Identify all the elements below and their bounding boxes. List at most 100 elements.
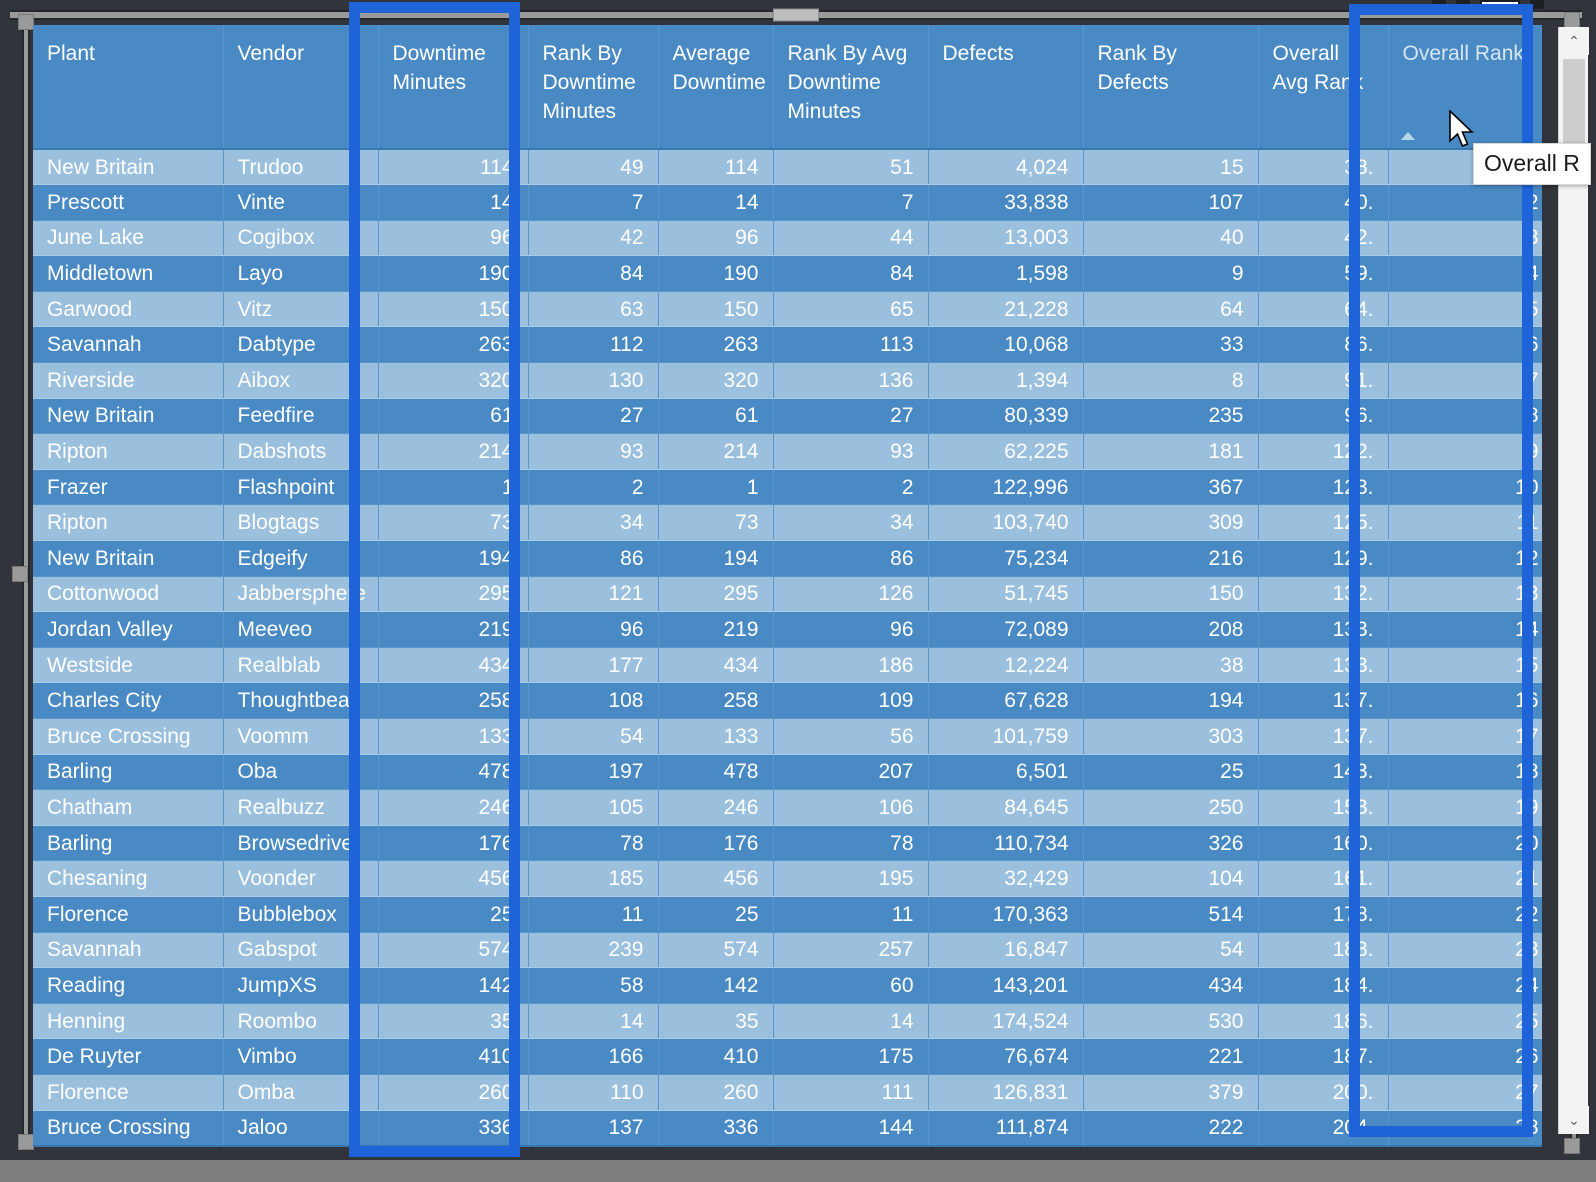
table-row[interactable]: Reading JumpXS 142 58 142 60 143,201 434 184. 24 [33,967,1542,1004]
cell-overall-rank: 3 [1388,220,1542,257]
cell-overall-avg-rank: 187. [1258,1038,1389,1075]
table-row[interactable]: Barling Oba 478 197 478 207 6,501 25 143. 18 [33,754,1542,791]
column-header-rank-by-avg-downtime-minutes[interactable]: Rank By Avg Downtime Minutes [773,25,929,150]
cell-downtime-minutes: 14 [378,184,529,221]
minimize-icon[interactable] [1432,0,1446,9]
table-row[interactable]: Jordan Valley Meeveo 219 96 219 96 72,089 208 13… [33,611,1542,648]
table-row[interactable]: Chesaning Voonder 456 185 456 195 32,429 104 161… [33,860,1542,897]
cell-overall-rank: 22 [1388,896,1542,933]
table-row[interactable]: Ripton Dabshots 214 93 214 93 62,225 181 122. 9 [33,433,1542,470]
cell-rank-by-avg-downtime: 111 [773,1074,929,1111]
resize-handle-bottom-left[interactable] [18,1134,34,1150]
cell-defects: 122,996 [928,469,1084,506]
cell-rank-by-defects: 235 [1083,398,1259,435]
table-row[interactable]: Florence Bubblebox 25 11 25 11 170,363 514 178. 2… [33,896,1542,933]
table-visual[interactable]: Plant Vendor Downtime Minutes Rank By Do… [33,25,1542,1147]
visual-left-resize-rail[interactable] [22,22,30,1148]
cell-rank-by-avg-downtime: 126 [773,576,929,613]
visual-top-resize-bar[interactable] [10,8,1582,22]
table-row[interactable]: Henning Roombo 35 14 35 14 174,524 530 186. 25 [33,1003,1542,1040]
table-row[interactable]: Bruce Crossing Jaloo 336 137 336 144 111,874 22… [33,1110,1542,1147]
mouse-cursor-icon [1449,110,1474,148]
cell-rank-by-defects: 434 [1083,967,1259,1004]
table-row[interactable]: June Lake Cogibox 96 42 96 44 13,003 40 42. 3 [33,220,1542,257]
table-row[interactable]: New Britain Feedfire 61 27 61 27 80,339 235 96. 8 [33,398,1542,435]
table-row[interactable]: Garwood Vitz 150 63 150 65 21,228 64 64. 5 [33,291,1542,328]
column-header-downtime-minutes[interactable]: Downtime Minutes [378,25,529,150]
cell-rank-by-downtime-minutes: 27 [528,398,659,435]
cell-downtime-minutes: 35 [378,1003,529,1040]
cell-downtime-minutes: 114 [378,149,529,186]
table-row[interactable]: Savannah Dabtype 263 112 263 113 10,068 33 86. 6 [33,326,1542,364]
cell-plant: Barling [33,754,224,791]
scroll-up-icon[interactable]: ⌃ [1559,27,1589,55]
table-row[interactable]: Cottonwood Jabbersphere 295 121 295 126 51,745… [33,576,1542,613]
cell-rank-by-downtime-minutes: 185 [528,860,659,897]
close-icon[interactable] [1530,0,1544,9]
vertical-scrollbar[interactable]: ⌃ ⌄ [1558,27,1589,1134]
cell-average-downtime: 176 [658,825,774,862]
cell-vendor: Blogtags [223,504,379,542]
cell-plant: Reading [33,967,224,1004]
table-header: Plant Vendor Downtime Minutes Rank By Do… [33,25,1542,150]
cell-average-downtime: 258 [658,682,774,719]
table-row[interactable]: Middletown Layo 190 84 190 84 1,598 9 59. 4 [33,255,1542,292]
header-label: Overall Rank [1402,42,1524,65]
cell-overall-rank: 7 [1388,362,1542,399]
table-row[interactable]: Westside Realblab 434 177 434 186 12,224 38 133.… [33,647,1542,684]
header-label: Plant [47,42,95,65]
cell-plant: Savannah [33,932,224,969]
column-header-rank-by-defects[interactable]: Rank By Defects [1083,25,1259,150]
cell-defects: 33,838 [928,184,1084,221]
table-row[interactable]: Chatham Realbuzz 246 105 246 106 84,645 250 153.… [33,789,1542,826]
table-row[interactable]: Bruce Crossing Voomm 133 54 133 56 101,759 303 1… [33,718,1542,755]
cell-downtime-minutes: 194 [378,540,529,577]
header-label: Downtime Minutes [392,42,486,94]
cell-vendor: Voomm [223,718,379,755]
cell-plant: Florence [33,896,224,933]
column-header-defects[interactable]: Defects [928,25,1084,150]
resize-handle-top-right[interactable] [1564,12,1580,28]
table-row[interactable]: Charles City Thoughtbeat 258 108 258 109 67,62… [33,682,1542,719]
cell-downtime-minutes: 434 [378,647,529,684]
column-header-vendor[interactable]: Vendor [223,25,379,150]
cell-rank-by-downtime-minutes: 108 [528,682,659,719]
total-rank-by-defects [1083,1144,1259,1147]
restore-icon[interactable] [1456,0,1470,9]
column-header-average-downtime[interactable]: Average Downtime [658,25,774,150]
table-row[interactable]: Savannah Gabspot 574 239 574 257 16,847 54 183. 2… [33,932,1542,969]
cell-downtime-minutes: 246 [378,789,529,826]
cell-rank-by-downtime-minutes: 166 [528,1038,659,1075]
cell-vendor: Jaloo [223,1110,379,1147]
cell-overall-avg-rank: 184. [1258,967,1389,1004]
scroll-down-icon[interactable]: ⌄ [1559,1106,1589,1134]
cell-downtime-minutes: 456 [378,860,529,897]
resize-handle-bottom-right[interactable] [1564,1138,1580,1154]
column-header-overall-avg-rank[interactable]: Overall Avg Rank [1258,25,1389,150]
column-header-rank-by-downtime-minutes[interactable]: Rank By Downtime Minutes [528,25,659,150]
table-row[interactable]: New Britain Edgeify 194 86 194 86 75,234 216 129… [33,540,1542,577]
table-row[interactable]: Prescott Vinte 14 7 14 7 33,838 107 40. 2 [33,184,1542,221]
cell-rank-by-downtime-minutes: 86 [528,540,659,577]
table-row[interactable]: De Ruyter Vimbo 410 166 410 175 76,674 221 187. 2… [33,1038,1542,1075]
cell-defects: 84,645 [928,789,1084,826]
cell-average-downtime: 73 [658,504,774,542]
cell-defects: 16,847 [928,932,1084,969]
column-header-plant[interactable]: Plant [33,25,224,150]
header-label: Overall Avg Rank [1272,42,1364,94]
table-row[interactable]: New BritainTrudoo11449114514,0241538.1 [33,149,1542,186]
table-row[interactable]: Ripton Blogtags 73 34 73 34 103,740 309 125. 11 [33,504,1542,542]
table-row[interactable]: Riverside Aibox 320 130 320 136 1,394 8 91. 7 [33,362,1542,399]
cell-overall-avg-rank: 200. [1258,1074,1389,1111]
cell-average-downtime: 61 [658,398,774,435]
table-row[interactable]: Florence Omba 260 110 260 111 126,831 379 200. 27 [33,1074,1542,1111]
cell-rank-by-downtime-minutes: 63 [528,291,659,328]
resize-grip-top[interactable] [773,8,819,22]
table-row[interactable]: Frazer Flashpoint 1 2 1 2 122,996 367 123. 10 [33,469,1542,506]
cell-average-downtime: 320 [658,362,774,399]
desktop-strip [0,1160,1596,1182]
scrollbar-thumb[interactable] [1563,59,1585,151]
resize-handle-middle-left[interactable] [12,566,28,582]
table-row[interactable]: Barling Browsedrive 176 78 176 78 110,734 326 16… [33,825,1542,862]
resize-handle-top-left[interactable] [18,14,34,30]
